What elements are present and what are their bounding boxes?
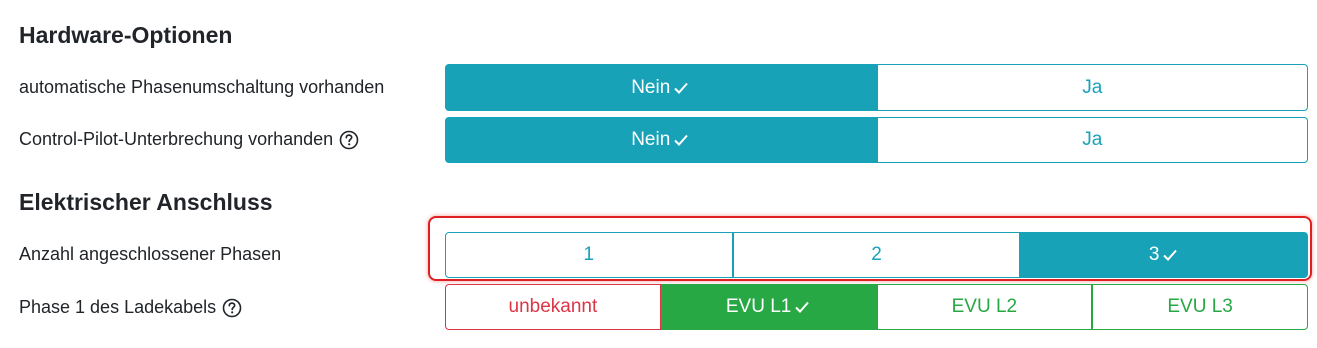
phase-switching-option-nein[interactable]: Nein: [445, 64, 877, 111]
cp-interruption-toggle: Nein Ja: [445, 117, 1308, 163]
section-title-hardware: Hardware-Optionen: [19, 22, 233, 48]
phase-count-option-1[interactable]: 1: [445, 232, 733, 278]
label-text: Phase 1 des Ladekabels: [19, 297, 217, 317]
cp-interruption-option-nein[interactable]: Nein: [445, 117, 877, 163]
cable-phase-toggle: unbekannt EVU L1 EVU L2 EVU L3: [445, 284, 1308, 330]
question-circle-icon[interactable]: [222, 298, 242, 318]
phase-count-toggle: 1 2 3: [445, 232, 1309, 278]
cable-phase-option-evu-l1[interactable]: EVU L1: [660, 284, 877, 330]
option-label: Nein: [631, 129, 671, 150]
label-text: automatische Phasenumschaltung vorhanden: [19, 77, 385, 97]
cable-phase-option-evu-l2[interactable]: EVU L2: [876, 284, 1093, 330]
option-label: 1: [583, 244, 595, 265]
phase-count-option-2[interactable]: 2: [732, 232, 1021, 278]
phase-count-option-3[interactable]: 3: [1020, 232, 1309, 278]
cable-phase-option-evu-l3[interactable]: EVU L3: [1092, 284, 1308, 330]
section-title-electrical: Elektrischer Anschluss: [19, 189, 273, 215]
check-icon: [793, 299, 811, 315]
option-label: EVU L1: [725, 296, 792, 317]
option-label: Ja: [1082, 129, 1103, 150]
label-text: Anzahl angeschlossener Phasen: [19, 244, 282, 264]
option-label: 3: [1148, 244, 1160, 265]
row-label-phase-switching: automatische Phasenumschaltung vorhanden: [19, 77, 384, 98]
question-circle-icon[interactable]: [339, 130, 359, 150]
option-label: EVU L2: [951, 296, 1018, 317]
option-label: Nein: [631, 76, 671, 98]
check-icon: [672, 80, 690, 96]
option-label: Ja: [1082, 76, 1103, 98]
phase-switching-option-ja[interactable]: Ja: [876, 64, 1308, 111]
option-label: EVU L3: [1167, 296, 1233, 317]
row-label-cp-interruption: Control-Pilot-Unterbrechung vorhanden: [19, 129, 359, 150]
row-label-cable-phase: Phase 1 des Ladekabels: [19, 297, 242, 318]
option-label: unbekannt: [508, 296, 598, 317]
label-text: Control-Pilot-Unterbrechung vorhanden: [19, 129, 334, 149]
row-label-phase-count: Anzahl angeschlossener Phasen: [19, 244, 281, 265]
check-icon: [672, 132, 690, 148]
option-label: 2: [871, 244, 882, 265]
check-icon: [1161, 247, 1179, 263]
cp-interruption-option-ja[interactable]: Ja: [876, 117, 1308, 163]
phase-switching-toggle: Nein Ja: [445, 64, 1308, 111]
cable-phase-option-unbekannt[interactable]: unbekannt: [445, 284, 661, 330]
